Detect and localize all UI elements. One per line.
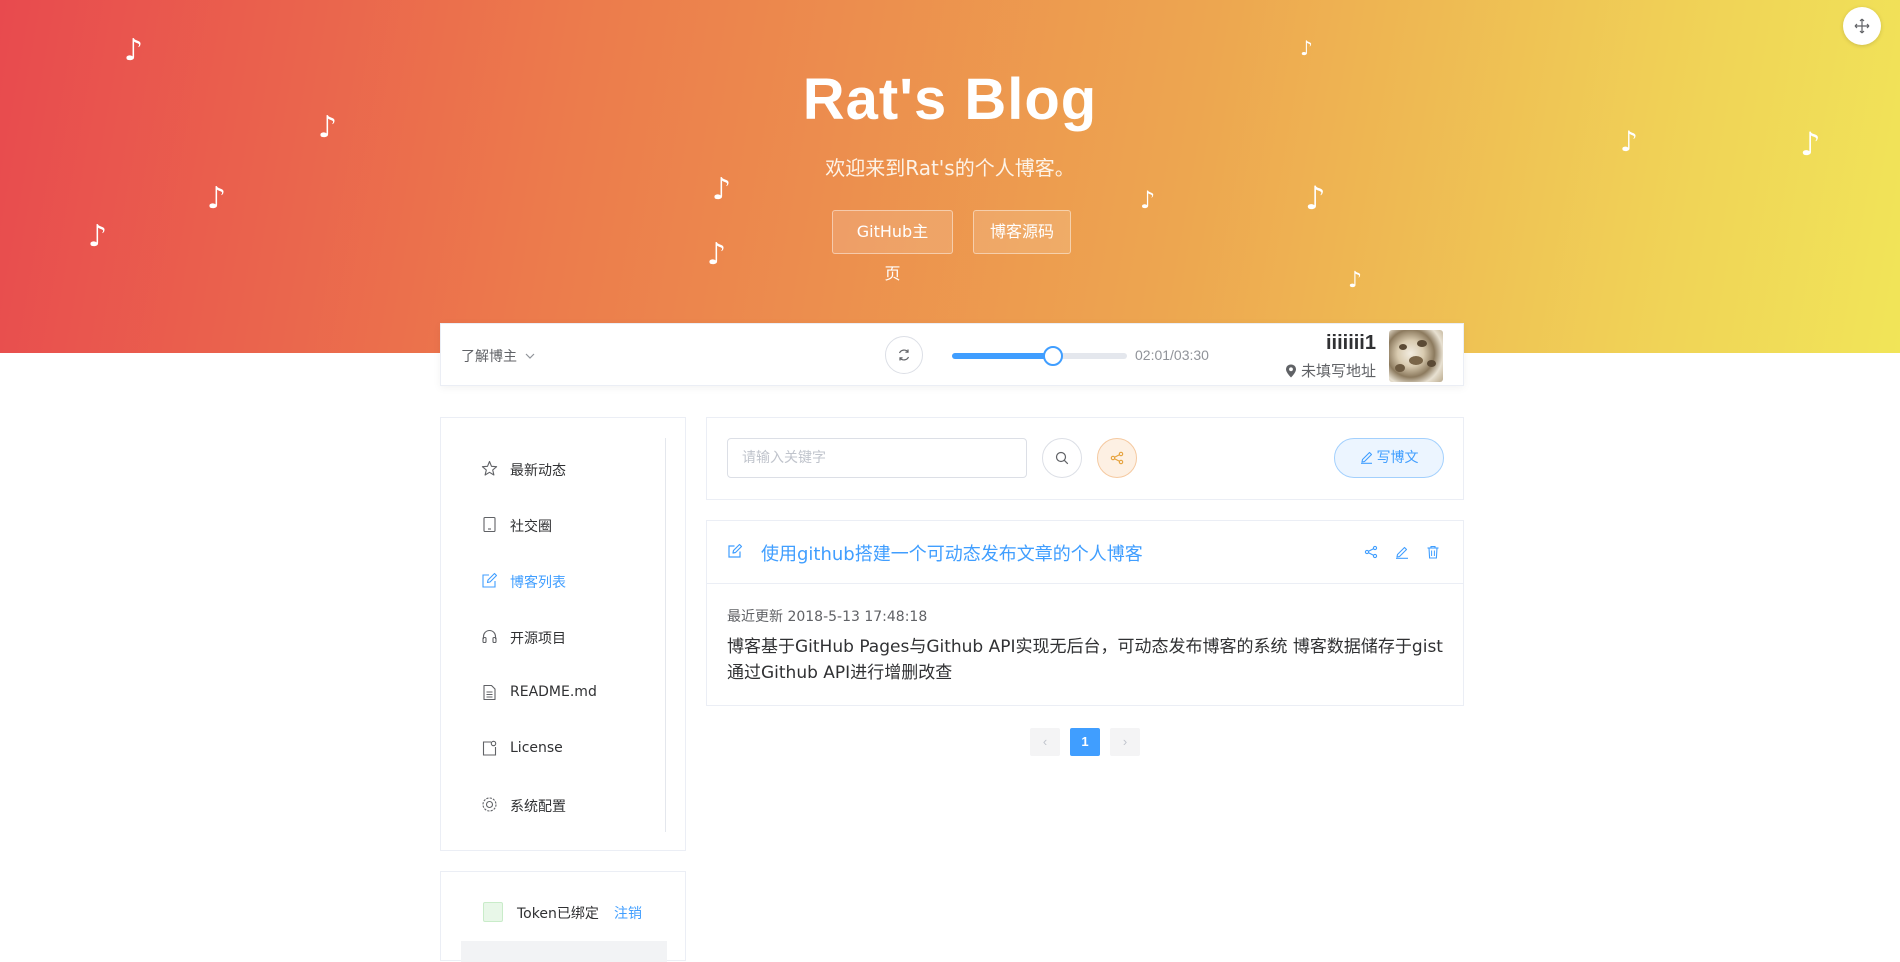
edit-icon bbox=[727, 543, 743, 564]
post-share-button[interactable] bbox=[1364, 545, 1378, 564]
pencil-icon bbox=[1396, 546, 1408, 559]
logout-link[interactable]: 注销 bbox=[614, 903, 642, 923]
location-icon bbox=[1285, 364, 1296, 378]
token-panel-footer bbox=[461, 941, 667, 962]
playback-progress bbox=[952, 353, 1053, 359]
music-note-icon: ♪ bbox=[707, 237, 727, 272]
headset-icon bbox=[482, 629, 497, 644]
music-note-icon: ♪ bbox=[1348, 268, 1363, 293]
search-input[interactable] bbox=[727, 438, 1027, 478]
post-header: 使用github搭建一个可动态发布文章的个人博客 bbox=[707, 521, 1463, 584]
sidebar: 最新动态 社交圈 博客列表 开源项目 README.md License 系统配… bbox=[440, 417, 686, 851]
blog-title: Rat's Blog bbox=[802, 67, 1098, 132]
music-note-icon: ♪ bbox=[124, 33, 144, 68]
blog-subtitle: 欢迎来到Rat's的个人博客。 bbox=[825, 156, 1075, 180]
user-name: iiiiiii1 bbox=[1325, 332, 1376, 354]
sidebar-item-label: 博客列表 bbox=[510, 575, 566, 591]
sidebar-item-label: 社交圈 bbox=[510, 519, 552, 535]
post-delete-button[interactable] bbox=[1426, 545, 1440, 564]
token-panel: Token已绑定 注销 bbox=[440, 871, 686, 962]
sidebar-item-label: 开源项目 bbox=[510, 631, 566, 647]
music-note-icon: ♪ bbox=[1305, 179, 1326, 217]
music-note-icon: ♪ bbox=[88, 219, 108, 254]
search-icon bbox=[1055, 451, 1069, 465]
github-home-button[interactable]: GitHub主页 bbox=[832, 210, 953, 283]
move-button[interactable] bbox=[1843, 7, 1881, 45]
share-icon bbox=[1110, 451, 1124, 465]
post-updated-time: 最近更新 2018-5-13 17:48:18 bbox=[727, 609, 928, 625]
token-status-label: Token已绑定 bbox=[517, 906, 599, 922]
license-icon bbox=[482, 740, 497, 756]
tablet-icon bbox=[483, 516, 496, 533]
post-summary: 博客基于GitHub Pages与Github API实现无后台，可动态发布博客… bbox=[727, 637, 1443, 683]
document-icon bbox=[483, 684, 496, 701]
chevron-down-icon bbox=[525, 349, 535, 365]
sidebar-item-label: 系统配置 bbox=[510, 799, 566, 815]
share-button[interactable] bbox=[1097, 438, 1137, 478]
pagination-page-button[interactable]: 1 bbox=[1070, 728, 1100, 756]
about-author-label: 了解博主 bbox=[461, 349, 517, 365]
move-icon bbox=[1854, 18, 1870, 34]
blog-source-button[interactable]: 博客源码 bbox=[973, 210, 1071, 254]
gear-icon bbox=[482, 797, 497, 812]
sidebar-item-label: License bbox=[510, 740, 563, 756]
pencil-icon bbox=[1360, 451, 1372, 464]
loop-icon bbox=[898, 349, 910, 361]
trash-icon bbox=[1427, 545, 1439, 559]
post-card: 使用github搭建一个可动态发布文章的个人博客 最近更新 2018-5-13 … bbox=[706, 520, 1464, 706]
about-author-dropdown[interactable]: 了解博主 bbox=[461, 346, 535, 366]
sidebar-item-label: README.md bbox=[510, 684, 597, 700]
token-status-indicator bbox=[483, 902, 503, 922]
pagination-prev-button[interactable]: ‹ bbox=[1030, 728, 1060, 756]
user-address: 未填写地址 bbox=[1285, 360, 1376, 381]
post-title-link[interactable]: 使用github搭建一个可动态发布文章的个人博客 bbox=[761, 540, 1143, 566]
top-bar: 了解博主 02:01/03:30 iiiiiii1 未填写地址 bbox=[440, 323, 1464, 386]
star-icon bbox=[481, 460, 498, 476]
sidebar-item-label: 最新动态 bbox=[510, 463, 566, 479]
playback-time: 02:01/03:30 bbox=[1135, 347, 1209, 363]
user-address-text: 未填写地址 bbox=[1300, 362, 1376, 380]
write-post-label: 写博文 bbox=[1376, 450, 1419, 466]
pagination-next-button[interactable]: › bbox=[1110, 728, 1140, 756]
avatar[interactable] bbox=[1389, 330, 1443, 382]
share-icon bbox=[1364, 545, 1378, 559]
music-note-icon: ♪ bbox=[207, 181, 227, 216]
playback-slider-thumb[interactable] bbox=[1042, 346, 1063, 366]
write-post-button[interactable]: 写博文 bbox=[1334, 438, 1444, 478]
music-note-icon: ♪ bbox=[1140, 186, 1156, 214]
sidebar-divider bbox=[665, 438, 666, 832]
hero-banner: ♪ ♪ ♪ ♪ ♪ ♪ ♪ ♪ ♪ ♪ ♪ ♪ Rat's Blog 欢迎来到Rat's的个人博客。 … bbox=[0, 0, 1900, 353]
post-edit-button[interactable] bbox=[1395, 545, 1409, 564]
search-button[interactable] bbox=[1042, 438, 1082, 478]
edit-icon bbox=[482, 572, 498, 588]
loop-button[interactable] bbox=[885, 336, 923, 374]
search-panel: 写博文 bbox=[706, 417, 1464, 500]
music-note-icon: ♪ bbox=[1300, 36, 1313, 60]
playback-slider[interactable] bbox=[952, 346, 1127, 366]
